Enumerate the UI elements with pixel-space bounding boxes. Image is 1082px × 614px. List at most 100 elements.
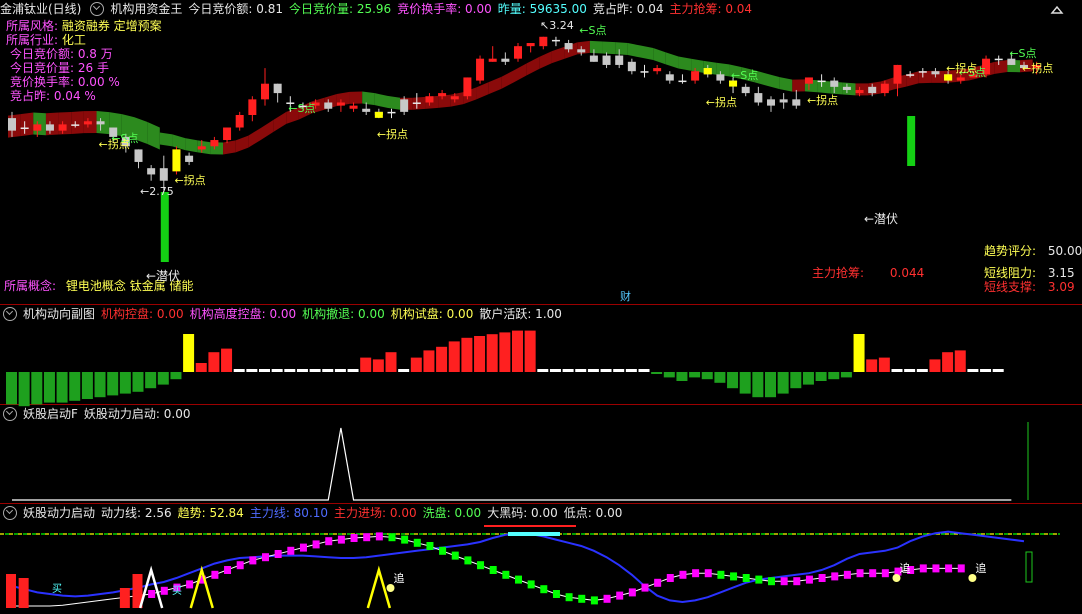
signal-candle <box>374 111 383 118</box>
buy-marker: 买 <box>52 583 62 595</box>
candle-body <box>589 55 598 62</box>
flow-bar <box>6 372 17 405</box>
flow-bar <box>727 372 739 389</box>
trend-ribbon-segment <box>602 41 616 55</box>
flow-bar <box>221 348 233 372</box>
trend-ribbon-segment <box>653 48 666 65</box>
trend-ribbon-segment <box>45 112 59 136</box>
flow-bar <box>31 372 43 405</box>
trend-marker <box>426 542 434 550</box>
candle-body <box>577 49 586 53</box>
trend-ribbon-segment <box>551 46 565 64</box>
turn-point-marker: ←拐点 <box>99 137 130 151</box>
volume-spike-bar <box>907 116 916 166</box>
candle-body <box>58 124 67 131</box>
flow-bar <box>246 369 258 372</box>
candle-body <box>602 55 611 65</box>
trend-marker <box>464 556 472 565</box>
candle-body <box>147 168 156 175</box>
flow-bar <box>929 359 941 372</box>
trend-marker <box>654 578 662 587</box>
flow-bar <box>904 369 916 372</box>
flow-bar <box>828 372 840 380</box>
s-point-marker: ←S点 <box>579 24 606 37</box>
flow-bar <box>347 369 359 372</box>
candle-body <box>33 124 42 131</box>
flow-bar <box>157 372 169 385</box>
trend-ribbon-segment <box>20 112 34 137</box>
power-bar <box>18 578 29 608</box>
candle-body <box>412 102 421 104</box>
candle-body <box>514 46 522 59</box>
flow-bar <box>145 372 157 389</box>
turn-point-marker: ←拐点 <box>377 127 408 141</box>
flow-bar <box>322 369 334 372</box>
trend-ribbon-segment <box>779 77 793 92</box>
flow-bar <box>840 372 852 378</box>
trend-ribbon-segment <box>476 82 489 100</box>
flow-bar <box>802 372 814 385</box>
trend-ribbon-segment <box>792 79 805 92</box>
candle-body <box>830 80 839 87</box>
candle-body <box>855 89 864 94</box>
trend-ribbon-segment <box>501 70 514 89</box>
candle-body <box>463 77 472 97</box>
end-box <box>1025 551 1033 583</box>
candle-body <box>716 74 725 81</box>
candle-body <box>425 96 434 103</box>
finance-marker[interactable]: 财 <box>620 291 631 303</box>
candle-body <box>349 105 358 109</box>
trend-ribbon-segment <box>172 134 186 151</box>
turn-point-marker: ←拐点 <box>706 95 737 109</box>
trend-marker <box>945 564 953 573</box>
candle-body <box>223 127 232 141</box>
signal-candle <box>172 149 181 172</box>
s-point-marker: ←S点 <box>731 69 758 82</box>
power-bar <box>6 574 16 608</box>
flow-bar <box>853 334 865 372</box>
power-triangle <box>138 565 164 609</box>
trend-ribbon-segment <box>918 70 932 84</box>
hidden-marker: ←潜伏 <box>864 212 899 226</box>
trend-marker <box>843 570 851 579</box>
chart-canvas[interactable]: ←S点←S点←S点←S点 ←S点←S点←拐点←拐点←拐点←拐点 ←拐点←拐点 ←拐点追… <box>0 0 1082 614</box>
candle-body <box>210 140 219 147</box>
trend-marker <box>401 535 409 544</box>
chase-dot <box>892 574 901 582</box>
candle-body <box>134 149 143 162</box>
trend-marker <box>641 583 649 592</box>
flow-bar <box>701 372 713 380</box>
flow-bar <box>208 352 220 372</box>
flow-bar <box>183 334 195 372</box>
flow-bar <box>980 369 992 372</box>
candle-body <box>767 99 775 106</box>
trend-marker <box>730 572 738 581</box>
trend-marker <box>388 533 396 542</box>
trend-marker <box>679 570 687 579</box>
flow-bar <box>436 346 448 372</box>
flow-bar <box>651 372 663 374</box>
flow-bar <box>474 336 486 372</box>
flow-bar <box>739 372 751 394</box>
chase-dot <box>386 584 395 592</box>
trend-marker <box>856 569 864 578</box>
candle-body <box>741 86 750 94</box>
trend-ribbon-segment <box>817 80 831 94</box>
candle-body <box>450 96 459 100</box>
buy-marker: 买 <box>172 585 182 597</box>
flow-bar <box>81 372 93 399</box>
flow-bar <box>765 372 776 398</box>
flow-bar <box>790 372 802 389</box>
candle-body <box>248 99 257 115</box>
high-price-label: ↖3.24 <box>540 19 574 32</box>
signal-candle <box>944 74 953 81</box>
trend-ribbon-segment <box>665 52 679 69</box>
flow-bar <box>461 337 473 372</box>
flow-bar <box>259 369 270 372</box>
trend-marker <box>489 566 497 574</box>
trend-ribbon-segment <box>374 93 388 108</box>
trend-marker <box>768 577 775 586</box>
trend-marker <box>717 570 725 579</box>
candle-body <box>197 146 206 150</box>
flow-bar <box>815 372 827 381</box>
